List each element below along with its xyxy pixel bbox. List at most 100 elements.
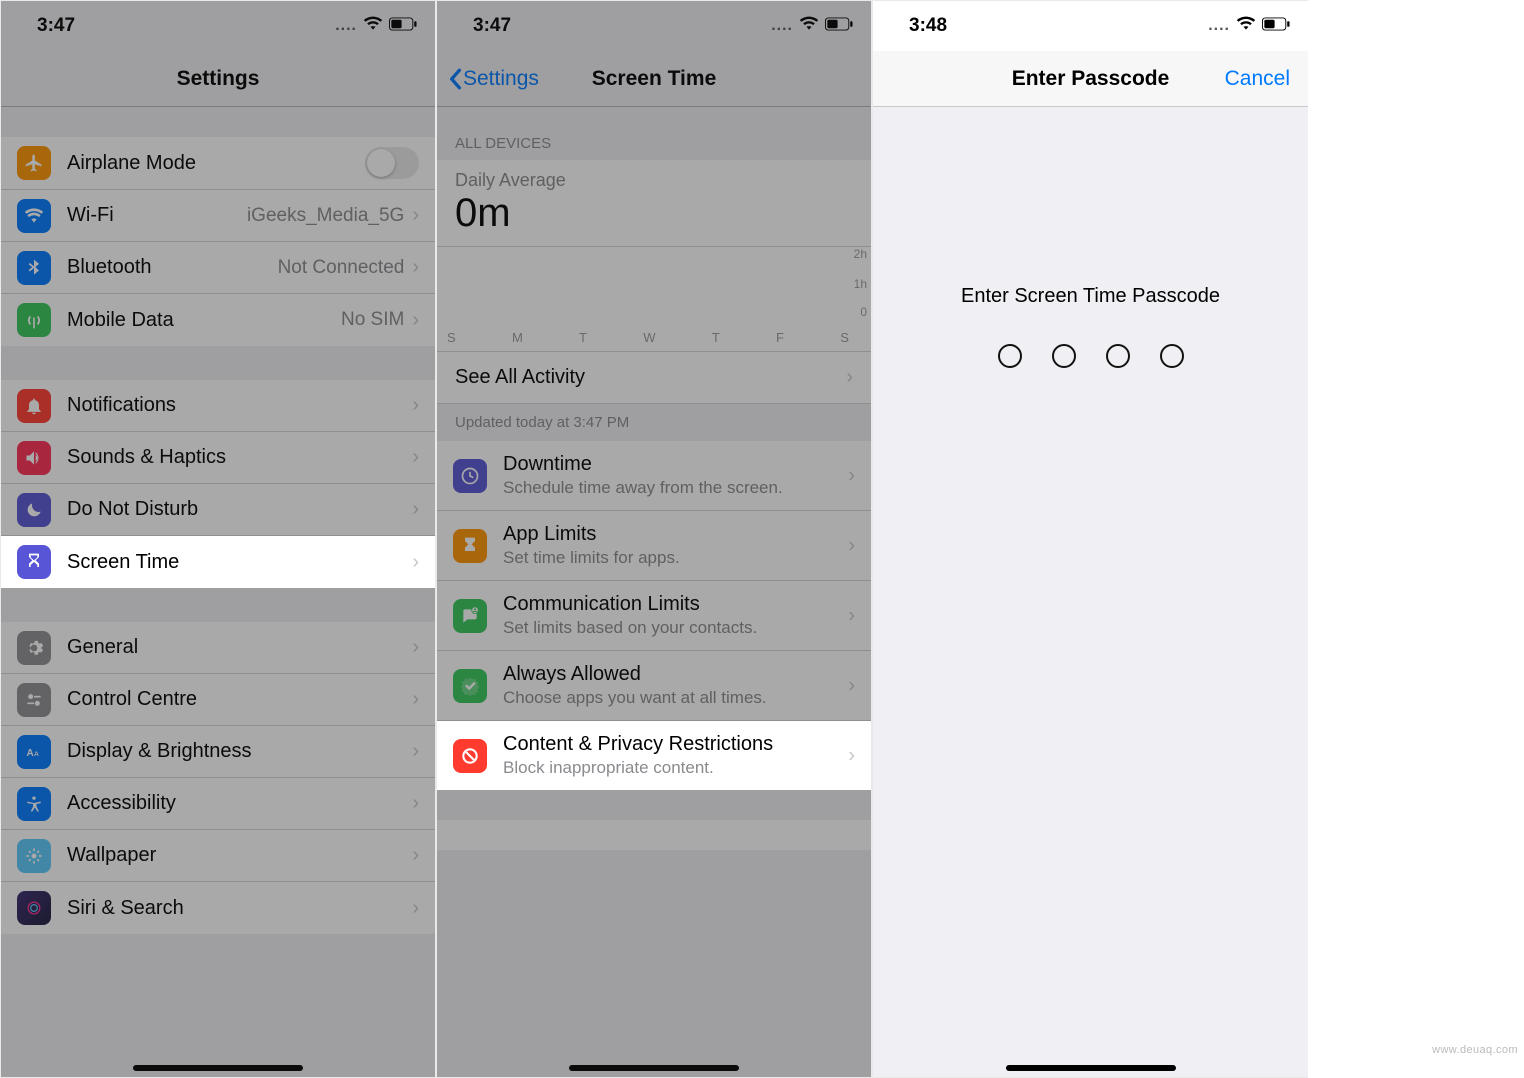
back-button[interactable]: Settings bbox=[447, 67, 539, 91]
row-mobile-data[interactable]: Mobile Data No SIM › bbox=[1, 294, 435, 346]
accessibility-icon bbox=[17, 787, 51, 821]
clock-icon bbox=[453, 459, 487, 493]
status-bar: 3:47 .... bbox=[437, 1, 871, 51]
text-size-icon: AA bbox=[17, 735, 51, 769]
hourglass-icon bbox=[453, 529, 487, 563]
row-downtime[interactable]: Downtime Schedule time away from the scr… bbox=[437, 441, 871, 511]
row-app-limits[interactable]: App Limits Set time limits for apps. › bbox=[437, 511, 871, 581]
cellular-dots-icon: .... bbox=[1208, 17, 1230, 35]
airplane-toggle[interactable] bbox=[365, 147, 419, 179]
settings-group-2: Notifications › Sounds & Haptics › Do No… bbox=[1, 380, 435, 588]
chart-tick: 0 bbox=[860, 305, 867, 319]
row-wallpaper[interactable]: Wallpaper › bbox=[1, 830, 435, 882]
passcode-dots[interactable] bbox=[998, 344, 1184, 368]
row-bluetooth[interactable]: Bluetooth Not Connected › bbox=[1, 242, 435, 294]
see-all-activity-label: See All Activity bbox=[455, 366, 585, 389]
home-indicator[interactable] bbox=[1006, 1065, 1176, 1071]
chart-day: M bbox=[512, 330, 523, 345]
option-sub: Block inappropriate content. bbox=[503, 758, 714, 778]
chevron-right-icon: › bbox=[412, 688, 419, 711]
nav-bar: Settings bbox=[1, 51, 435, 107]
option-sub: Set time limits for apps. bbox=[503, 548, 680, 568]
chevron-right-icon: › bbox=[846, 366, 853, 389]
row-wifi[interactable]: Wi-Fi iGeeks_Media_5G › bbox=[1, 190, 435, 242]
row-value: iGeeks_Media_5G bbox=[247, 205, 404, 227]
updated-label: Updated today at 3:47 PM bbox=[437, 404, 871, 441]
status-bar: 3:48 .... bbox=[873, 1, 1308, 51]
status-time: 3:47 bbox=[37, 15, 75, 37]
status-time: 3:48 bbox=[909, 15, 947, 37]
chevron-right-icon: › bbox=[412, 897, 419, 920]
chart-tick: 2h bbox=[854, 247, 867, 261]
watermark: www.deuaq.com bbox=[1432, 1044, 1518, 1056]
option-title: Content & Privacy Restrictions bbox=[503, 733, 773, 756]
chevron-right-icon: › bbox=[412, 394, 419, 417]
row-label: Accessibility bbox=[67, 792, 412, 815]
row-label: Screen Time bbox=[67, 551, 412, 574]
svg-text:A: A bbox=[34, 751, 39, 758]
chart-day: S bbox=[447, 330, 456, 345]
row-notifications[interactable]: Notifications › bbox=[1, 380, 435, 432]
row-label: Mobile Data bbox=[67, 309, 341, 332]
row-dnd[interactable]: Do Not Disturb › bbox=[1, 484, 435, 536]
row-label: Wallpaper bbox=[67, 844, 412, 867]
home-indicator[interactable] bbox=[133, 1065, 303, 1071]
daily-average-value: 0m bbox=[455, 191, 853, 236]
check-badge-icon bbox=[453, 669, 487, 703]
svg-text:A: A bbox=[27, 748, 34, 759]
chevron-right-icon: › bbox=[412, 204, 419, 227]
row-airplane-mode[interactable]: Airplane Mode bbox=[1, 137, 435, 190]
wifi-icon bbox=[799, 15, 819, 37]
chevron-right-icon: › bbox=[412, 256, 419, 279]
row-content-privacy[interactable]: Content & Privacy Restrictions Block ina… bbox=[437, 721, 871, 790]
option-title: Communication Limits bbox=[503, 593, 700, 616]
option-title: Downtime bbox=[503, 453, 592, 476]
chevron-right-icon: › bbox=[412, 551, 419, 574]
nav-bar: Settings Screen Time bbox=[437, 51, 871, 107]
row-communication-limits[interactable]: Communication Limits Set limits based on… bbox=[437, 581, 871, 651]
settings-group-3: General › Control Centre › AA Display & … bbox=[1, 622, 435, 934]
row-sounds[interactable]: Sounds & Haptics › bbox=[1, 432, 435, 484]
see-all-activity-button[interactable]: See All Activity › bbox=[437, 351, 871, 404]
chevron-right-icon: › bbox=[848, 604, 855, 627]
speaker-icon bbox=[17, 441, 51, 475]
row-siri[interactable]: Siri & Search › bbox=[1, 882, 435, 934]
row-screen-time[interactable]: Screen Time › bbox=[1, 536, 435, 588]
chevron-right-icon: › bbox=[412, 792, 419, 815]
passcode-digit bbox=[1052, 344, 1076, 368]
row-label: Wi-Fi bbox=[67, 204, 247, 227]
section-header: ALL DEVICES bbox=[437, 107, 871, 160]
chevron-right-icon: › bbox=[848, 744, 855, 767]
page-title: Enter Passcode bbox=[1012, 67, 1170, 91]
page-title: Settings bbox=[177, 67, 260, 91]
passcode-digit bbox=[1160, 344, 1184, 368]
row-label: Notifications bbox=[67, 394, 412, 417]
option-title: App Limits bbox=[503, 523, 596, 546]
battery-icon bbox=[825, 15, 853, 37]
row-control-centre[interactable]: Control Centre › bbox=[1, 674, 435, 726]
option-sub: Schedule time away from the screen. bbox=[503, 478, 783, 498]
row-display[interactable]: AA Display & Brightness › bbox=[1, 726, 435, 778]
row-always-allowed[interactable]: Always Allowed Choose apps you want at a… bbox=[437, 651, 871, 721]
option-sub: Choose apps you want at all times. bbox=[503, 688, 767, 708]
battery-icon bbox=[1262, 15, 1290, 37]
daily-average-label: Daily Average bbox=[455, 170, 853, 191]
row-label: Do Not Disturb bbox=[67, 498, 412, 521]
row-general[interactable]: General › bbox=[1, 622, 435, 674]
airplane-icon bbox=[17, 146, 51, 180]
bluetooth-icon bbox=[17, 251, 51, 285]
option-title: Always Allowed bbox=[503, 663, 641, 686]
passcode-digit bbox=[1106, 344, 1130, 368]
cancel-button[interactable]: Cancel bbox=[1225, 67, 1290, 91]
row-accessibility[interactable]: Accessibility › bbox=[1, 778, 435, 830]
chevron-right-icon: › bbox=[412, 309, 419, 332]
next-group-peek bbox=[437, 820, 871, 850]
chart-day: W bbox=[643, 330, 655, 345]
row-value: Not Connected bbox=[278, 257, 405, 279]
status-time: 3:47 bbox=[473, 15, 511, 37]
screen-time-options: Downtime Schedule time away from the scr… bbox=[437, 441, 871, 790]
home-indicator[interactable] bbox=[569, 1065, 739, 1071]
passcode-screen: 3:48 .... Enter Passcode Cancel Enter Sc… bbox=[872, 0, 1308, 1078]
cellular-dots-icon: .... bbox=[335, 17, 357, 35]
usage-card[interactable]: Daily Average 0m 2h 1h 0 S M T W T F S S… bbox=[437, 160, 871, 404]
